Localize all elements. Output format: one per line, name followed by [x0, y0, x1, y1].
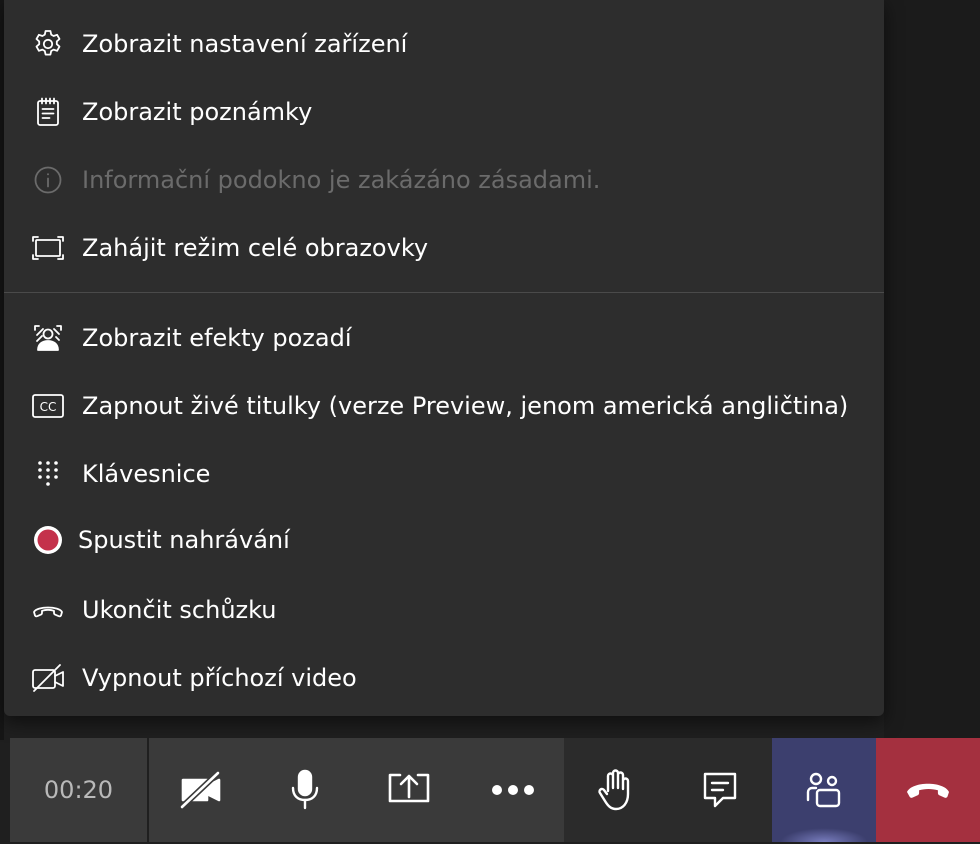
background-video-area — [884, 0, 980, 740]
closed-captions-icon: CC — [30, 391, 66, 421]
notes-icon — [30, 97, 66, 127]
microphone-button[interactable] — [253, 738, 357, 842]
toolbar-interaction-controls — [564, 738, 772, 842]
participants-icon — [804, 770, 844, 810]
more-actions-menu: Zobrazit nastavení zařízení Zobrazit poz… — [4, 0, 884, 716]
background-effects-icon — [30, 323, 66, 353]
participants-button-container — [772, 738, 876, 842]
hang-up-button[interactable] — [876, 738, 980, 842]
menu-item-background-effects[interactable]: Zobrazit efekty pozadí — [4, 308, 884, 368]
menu-item-label: Zobrazit poznámky — [82, 98, 313, 126]
meeting-toolbar: 00:20 — [0, 736, 980, 844]
hang-up-button-container — [876, 738, 980, 842]
raise-hand-button[interactable] — [564, 738, 668, 842]
menu-item-label: Zobrazit efekty pozadí — [82, 324, 352, 352]
dialpad-icon — [30, 459, 66, 489]
menu-item-label: Zapnout živé titulky (verze Preview, jen… — [82, 392, 849, 420]
share-screen-icon — [386, 771, 432, 809]
menu-item-live-captions[interactable]: CC Zapnout živé titulky (verze Preview, … — [4, 376, 884, 436]
menu-item-label: Vypnout příchozí video — [82, 664, 357, 692]
share-screen-button[interactable] — [357, 738, 461, 842]
menu-item-label: Informační podokno je zakázáno zásadami. — [82, 166, 601, 194]
menu-item-label: Zahájit režim celé obrazovky — [82, 234, 429, 262]
chat-icon — [701, 770, 739, 810]
end-call-icon — [30, 595, 66, 625]
more-options-button[interactable] — [461, 738, 565, 842]
video-off-icon — [30, 663, 66, 693]
menu-item-device-settings[interactable]: Zobrazit nastavení zařízení — [4, 14, 884, 74]
menu-item-end-meeting[interactable]: Ukončit schůzku — [4, 580, 884, 640]
menu-item-show-notes[interactable]: Zobrazit poznámky — [4, 82, 884, 142]
menu-item-turn-off-incoming-video[interactable]: Vypnout příchozí video — [4, 648, 884, 708]
menu-item-label: Ukončit schůzku — [82, 596, 277, 624]
camera-off-icon — [178, 770, 224, 810]
info-icon — [30, 165, 66, 195]
camera-toggle-button[interactable] — [149, 738, 253, 842]
call-timer: 00:20 — [10, 738, 147, 842]
menu-item-start-recording[interactable]: Spustit nahrávání — [4, 510, 884, 570]
menu-item-fullscreen[interactable]: Zahájit režim celé obrazovky — [4, 218, 884, 278]
hang-up-icon — [905, 779, 951, 801]
menu-item-info-pane-disabled: Informační podokno je zakázáno zásadami. — [4, 150, 884, 210]
fullscreen-icon — [30, 233, 66, 263]
active-indicator-glow — [780, 828, 868, 842]
svg-text:CC: CC — [40, 400, 57, 414]
participants-button[interactable] — [772, 738, 876, 842]
menu-item-label: Spustit nahrávání — [78, 526, 290, 554]
menu-item-label: Klávesnice — [82, 460, 211, 488]
microphone-icon — [287, 769, 323, 811]
menu-divider — [4, 292, 884, 293]
more-options-icon — [490, 784, 536, 796]
menu-item-dialpad[interactable]: Klávesnice — [4, 444, 884, 504]
gear-icon — [30, 29, 66, 59]
chat-button[interactable] — [668, 738, 772, 842]
toolbar-media-controls — [149, 738, 564, 842]
raise-hand-icon — [597, 768, 635, 812]
record-icon — [30, 525, 66, 555]
menu-item-label: Zobrazit nastavení zařízení — [82, 30, 408, 58]
